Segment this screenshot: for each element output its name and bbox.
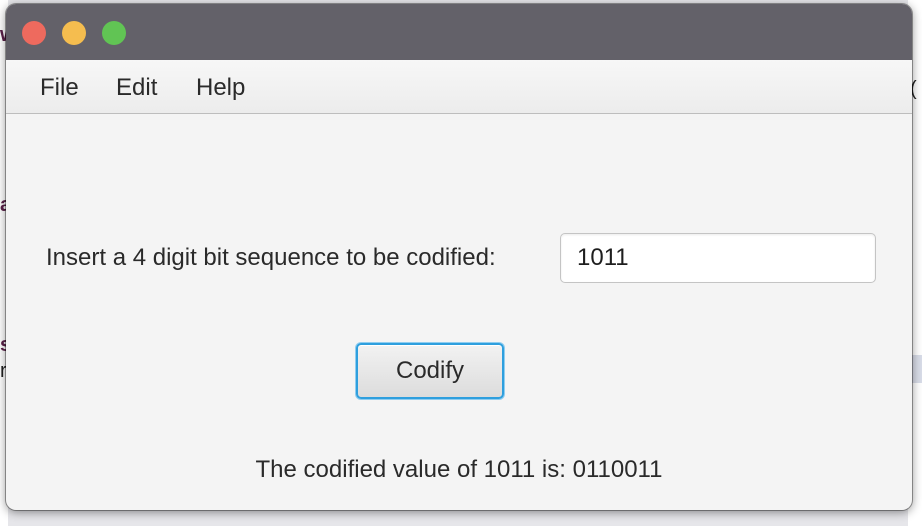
close-window-button[interactable]: [22, 21, 46, 45]
codified-result-text: The codified value of 1011 is: 0110011: [255, 456, 663, 483]
menu-bar: File Edit Help: [6, 60, 912, 114]
menu-help[interactable]: Help: [196, 74, 245, 102]
app-window: File Edit Help Insert a 4 digit bit sequ…: [6, 4, 912, 510]
minimize-window-button[interactable]: [62, 21, 86, 45]
title-bar[interactable]: [6, 4, 912, 60]
bit-sequence-input[interactable]: [560, 233, 876, 283]
bit-sequence-prompt-label: Insert a 4 digit bit sequence to be codi…: [46, 244, 496, 271]
menu-edit[interactable]: Edit: [116, 74, 157, 102]
maximize-window-button[interactable]: [102, 21, 126, 45]
codify-button[interactable]: Codify: [356, 343, 504, 399]
menu-file[interactable]: File: [40, 74, 79, 102]
